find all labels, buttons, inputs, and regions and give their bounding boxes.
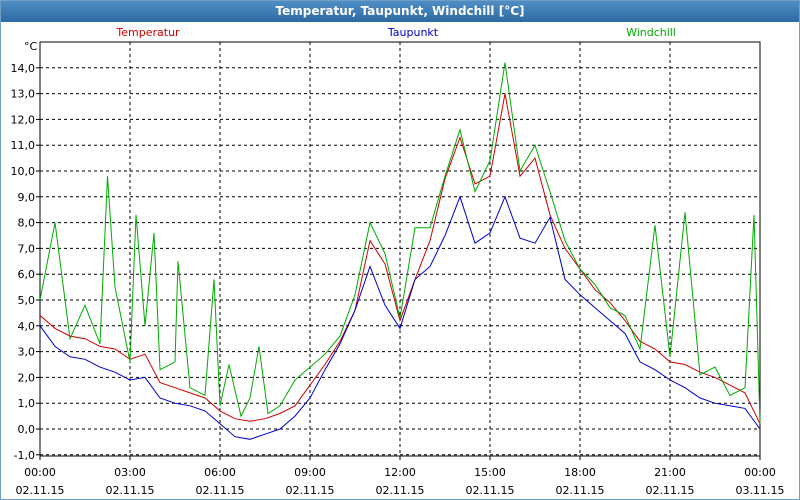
y-tick-label: 10,0 xyxy=(11,165,36,178)
y-tick-label: 0,0 xyxy=(18,423,36,436)
x-tick-date: 02.11.15 xyxy=(106,484,155,497)
x-tick-time: 00:00 xyxy=(24,466,56,479)
legend: Temperatur Taupunkt Windchill xyxy=(115,26,676,39)
x-tick-time: 09:00 xyxy=(294,466,326,479)
x-tick-date: 02.11.15 xyxy=(646,484,695,497)
y-tick-label: 9,0 xyxy=(18,191,36,204)
y-tick-label: 3,0 xyxy=(18,346,36,359)
y-tick-label: 6,0 xyxy=(18,268,36,281)
x-tick-date: 02.11.15 xyxy=(286,484,335,497)
x-tick-time: 06:00 xyxy=(204,466,236,479)
x-tick-date: 02.11.15 xyxy=(16,484,65,497)
legend-entry-windchill: Windchill xyxy=(626,26,676,39)
y-tick-label: 2,0 xyxy=(18,371,36,384)
x-tick-time: 18:00 xyxy=(564,466,596,479)
legend-entry-temperatur: Temperatur xyxy=(115,26,180,39)
x-tick-date: 02.11.15 xyxy=(556,484,605,497)
y-axis-unit-label: °C xyxy=(24,40,38,53)
y-tick-label: 8,0 xyxy=(18,217,36,230)
x-tick-time: 00:00 xyxy=(744,466,776,479)
y-tick-label: 4,0 xyxy=(18,320,36,333)
y-tick-labels: -1,0 0,0 1,0 2,0 3,0 4,0 5,0 6,0 7,0 8,0 9,0 10,0 11… xyxy=(11,62,36,462)
x-tick-time: 12:00 xyxy=(384,466,416,479)
x-tick-time: 03:00 xyxy=(114,466,146,479)
x-tick-date: 02.11.15 xyxy=(466,484,515,497)
y-tick-label: 11,0 xyxy=(11,139,36,152)
x-tick-date: 03.11.15 xyxy=(736,484,785,497)
y-tick-label: 12,0 xyxy=(11,113,36,126)
x-tick-date: 02.11.15 xyxy=(376,484,425,497)
x-tick-time: 15:00 xyxy=(474,466,506,479)
x-tick-date: 02.11.15 xyxy=(196,484,245,497)
chart-canvas: -1,0 0,0 1,0 2,0 3,0 4,0 5,0 6,0 7,0 8,0 9,0 10,0 11… xyxy=(11,26,785,497)
y-tick-label: 1,0 xyxy=(18,397,36,410)
legend-entry-taupunkt: Taupunkt xyxy=(387,26,439,39)
x-tick-labels: 00:00 02.11.15 03:00 02.11.15 06:00 02.11.15 0… xyxy=(16,466,785,497)
y-tick-label: 14,0 xyxy=(11,62,36,75)
y-tick-label: -1,0 xyxy=(14,449,35,462)
y-tick-label: 5,0 xyxy=(18,294,36,307)
x-tick-time: 21:00 xyxy=(654,466,686,479)
y-tick-label: 13,0 xyxy=(11,88,36,101)
y-tick-label: 7,0 xyxy=(18,242,36,255)
